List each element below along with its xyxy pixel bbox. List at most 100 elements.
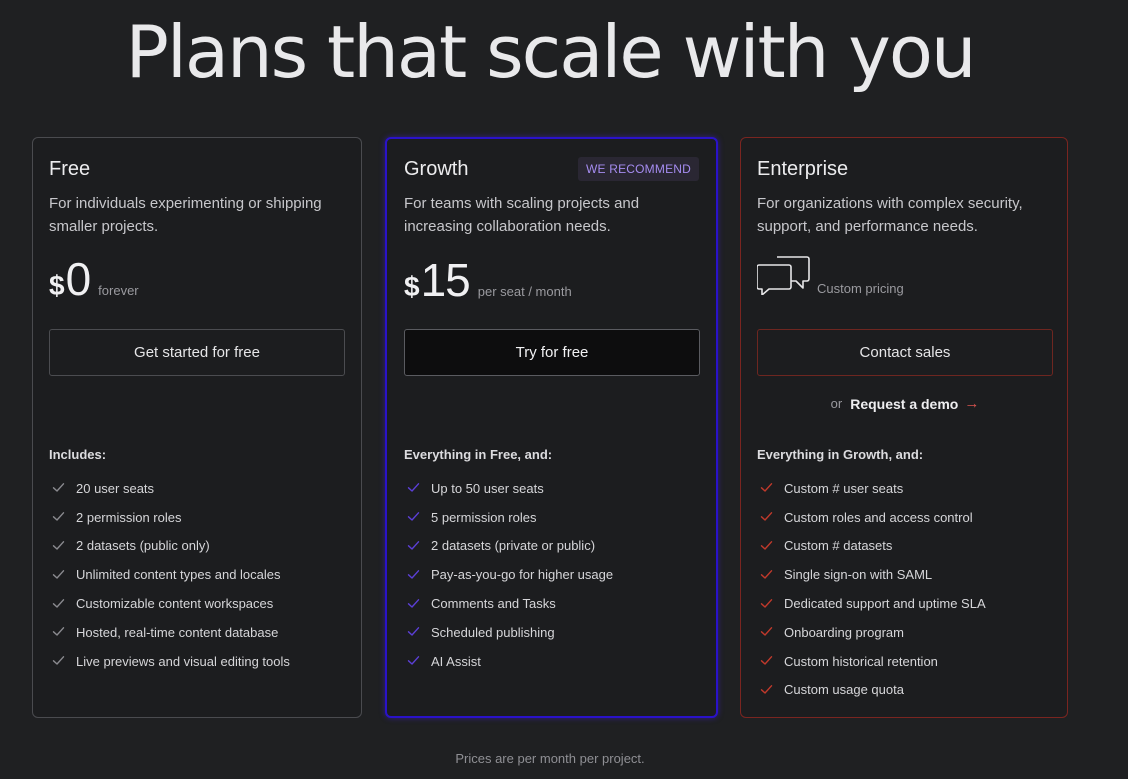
feature-item: Customizable content workspaces	[49, 589, 290, 618]
recommend-badge: WE RECOMMEND	[577, 157, 699, 181]
page-title: Plans that scale with you	[125, 10, 976, 94]
feature-item: Unlimited content types and locales	[49, 560, 290, 589]
feature-item: Custom roles and access control	[757, 503, 986, 532]
check-icon	[52, 625, 66, 639]
pricing-page: Plans that scale with you Free For indiv…	[0, 0, 1128, 779]
plan-header: Free	[49, 156, 345, 182]
request-demo-label: Request a demo	[850, 395, 959, 412]
plan-name: Growth	[404, 157, 469, 180]
request-demo-row: or Request a demo →	[757, 395, 1053, 412]
price-note: per seat / month	[477, 284, 572, 299]
check-icon	[760, 597, 774, 611]
feature-label: 2 permission roles	[76, 509, 182, 525]
check-icon	[760, 625, 774, 639]
feature-item: Hosted, real-time content database	[49, 618, 290, 647]
feature-label: Up to 50 user seats	[431, 480, 544, 496]
feature-label: 20 user seats	[76, 480, 155, 496]
feature-item: AI Assist	[404, 647, 613, 676]
check-icon	[407, 510, 421, 524]
feature-item: Comments and Tasks	[404, 589, 613, 618]
feature-item: 20 user seats	[49, 474, 290, 503]
feature-label: Custom # datasets	[784, 538, 893, 554]
contact-sales-button[interactable]: Contact sales	[757, 329, 1053, 376]
features-title: Includes:	[49, 447, 107, 462]
feature-label: Live previews and visual editing tools	[76, 653, 290, 669]
plan-name: Enterprise	[757, 157, 849, 180]
features-list: 20 user seats 2 permission roles 2 dataset…	[49, 474, 290, 676]
check-icon	[407, 597, 421, 611]
feature-label: Custom historical retention	[784, 653, 938, 669]
request-demo-link[interactable]: Request a demo →	[850, 395, 979, 412]
price-amount: 0	[65, 253, 92, 305]
feature-label: Custom roles and access control	[784, 509, 973, 525]
demo-or-text: or	[830, 396, 843, 411]
plan-card-enterprise: Enterprise For organizations with comple…	[740, 137, 1068, 718]
check-icon	[52, 510, 66, 524]
check-icon	[760, 510, 774, 524]
feature-label: Custom usage quota	[784, 682, 904, 698]
check-icon	[407, 539, 421, 553]
try-for-free-button[interactable]: Try for free	[404, 329, 700, 376]
feature-item: Dedicated support and uptime SLA	[757, 589, 986, 618]
features-title: Everything in Free, and:	[404, 447, 553, 462]
feature-item: Live previews and visual editing tools	[49, 647, 290, 676]
check-icon	[407, 654, 421, 668]
check-icon	[760, 568, 774, 582]
feature-label: 2 datasets (public only)	[76, 538, 210, 554]
feature-item: Custom # datasets	[757, 532, 986, 561]
feature-label: Pay-as-you-go for higher usage	[431, 567, 614, 583]
feature-item: Custom usage quota	[757, 676, 986, 705]
feature-label: Single sign-on with SAML	[784, 567, 933, 583]
feature-item: 2 datasets (public only)	[49, 532, 290, 561]
features-list: Custom # user seats Custom roles and acce…	[757, 474, 986, 704]
plan-header: Enterprise	[757, 156, 1051, 182]
feature-label: 5 permission roles	[431, 509, 537, 525]
feature-item: Custom # user seats	[757, 474, 986, 503]
plan-description: For individuals experimenting or shippin…	[49, 195, 322, 235]
check-icon	[52, 481, 66, 495]
feature-item: Single sign-on with SAML	[757, 560, 986, 589]
feature-item: 5 permission roles	[404, 503, 613, 532]
plan-price: $ 0 forever	[49, 256, 139, 306]
check-icon	[52, 654, 66, 668]
feature-item: 2 permission roles	[49, 503, 290, 532]
feature-label: Customizable content workspaces	[76, 596, 274, 612]
arrow-right-icon: →	[964, 395, 980, 412]
feature-item: Pay-as-you-go for higher usage	[404, 560, 613, 589]
get-started-button[interactable]: Get started for free	[49, 329, 345, 376]
check-icon	[760, 539, 774, 553]
plan-description: For organizations with complex security,…	[757, 195, 1023, 235]
feature-item: Scheduled publishing	[404, 618, 613, 647]
plan-name: Free	[49, 157, 91, 180]
check-icon	[52, 539, 66, 553]
check-icon	[760, 683, 774, 697]
check-icon	[407, 481, 421, 495]
feature-label: Scheduled publishing	[431, 624, 555, 640]
plan-header: Growth WE RECOMMEND	[404, 156, 699, 182]
check-icon	[52, 568, 66, 582]
plan-card-free: Free For individuals experimenting or sh…	[32, 137, 362, 718]
price-note: Custom pricing	[817, 281, 904, 296]
feature-label: Unlimited content types and locales	[76, 567, 281, 583]
price-currency: $	[404, 271, 420, 302]
feature-label: Comments and Tasks	[431, 596, 556, 612]
chat-bubbles-icon	[756, 251, 811, 300]
feature-label: AI Assist	[431, 653, 481, 669]
price-note: forever	[98, 283, 139, 298]
check-icon	[407, 568, 421, 582]
plan-description: For teams with scaling projects and incr…	[404, 195, 640, 235]
feature-label: Dedicated support and uptime SLA	[784, 596, 986, 612]
check-icon	[760, 654, 774, 668]
check-icon	[760, 481, 774, 495]
price-amount: 15	[420, 254, 471, 306]
feature-item: 2 datasets (private or public)	[404, 532, 613, 561]
check-icon	[407, 625, 421, 639]
feature-label: 2 datasets (private or public)	[431, 538, 596, 554]
features-list: Up to 50 user seats 5 permission roles 2 d…	[404, 474, 613, 676]
feature-item: Up to 50 user seats	[404, 474, 613, 503]
plan-price: $ 15 per seat / month	[404, 257, 572, 307]
feature-item: Custom historical retention	[757, 647, 986, 676]
price-currency: $	[49, 270, 65, 301]
features-title: Everything in Growth, and:	[757, 447, 924, 462]
feature-label: Hosted, real-time content database	[76, 624, 279, 640]
